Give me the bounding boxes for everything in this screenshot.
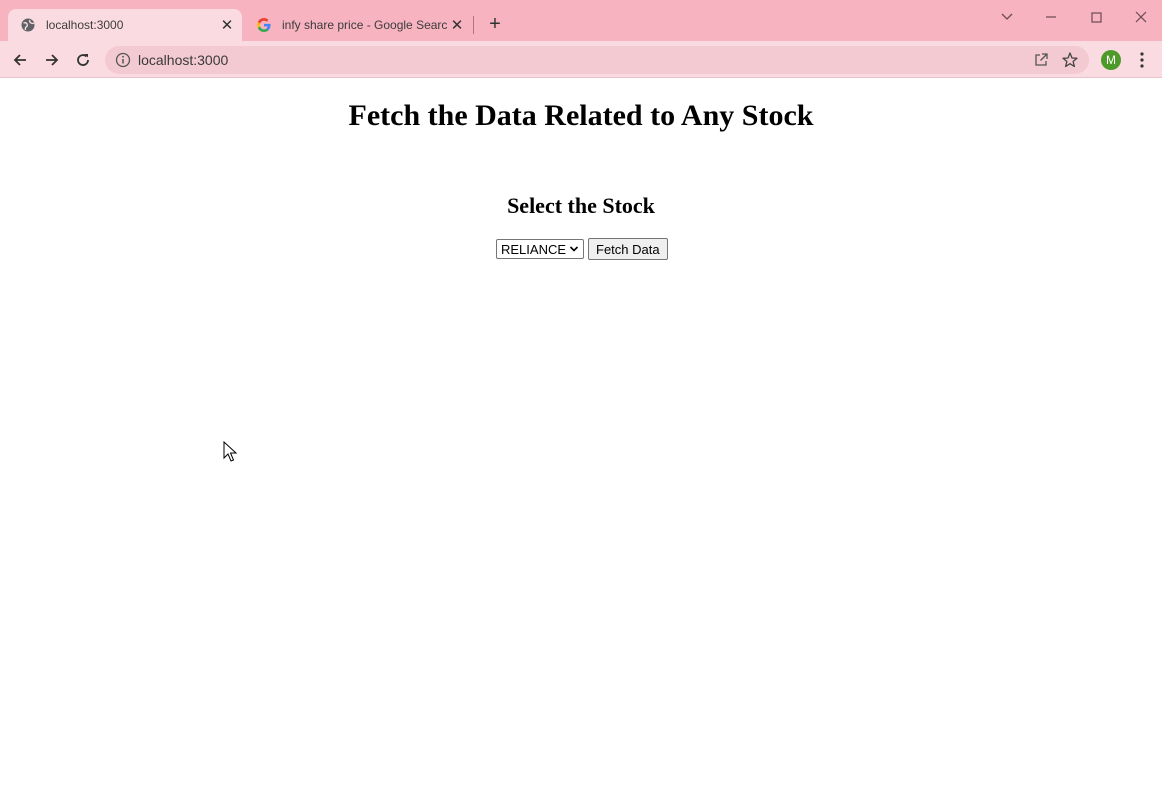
stock-form: RELIANCE Fetch Data — [496, 238, 668, 260]
reload-icon[interactable] — [72, 49, 94, 71]
tab-title: localhost:3000 — [46, 18, 124, 32]
new-tab-button[interactable]: + — [484, 14, 506, 36]
more-menu-icon[interactable] — [1134, 51, 1150, 69]
tab-separator — [473, 16, 474, 34]
mouse-cursor-icon — [223, 441, 237, 462]
window-close-icon[interactable] — [1126, 8, 1156, 26]
maximize-icon[interactable] — [1081, 8, 1111, 26]
page-content: Fetch the Data Related to Any Stock Sele… — [0, 78, 1162, 800]
profile-avatar[interactable]: M — [1101, 50, 1121, 70]
close-tab-icon[interactable]: ✕ — [448, 16, 466, 34]
fetch-data-button[interactable]: Fetch Data — [588, 238, 668, 260]
globe-icon — [21, 18, 35, 32]
stock-select-value: RELIANCE — [501, 241, 567, 257]
stock-select[interactable]: RELIANCE — [496, 239, 584, 259]
address-bar[interactable]: localhost:3000 — [105, 46, 1089, 74]
section-heading: Select the Stock — [507, 193, 655, 218]
tab-search-icon[interactable] — [992, 8, 1022, 26]
browser-toolbar: localhost:3000 M — [0, 41, 1162, 78]
site-info-icon[interactable] — [115, 52, 131, 68]
minimize-icon[interactable] — [1036, 8, 1066, 26]
url-text: localhost:3000 — [138, 52, 229, 68]
forward-arrow-icon[interactable] — [41, 49, 63, 71]
chevron-down-icon — [569, 246, 579, 252]
tab-localhost[interactable]: localhost:3000 ✕ — [8, 9, 242, 41]
browser-titlebar: localhost:3000 ✕ infy share price - Goog… — [0, 0, 1162, 41]
tab-title: infy share price - Google Search — [282, 18, 448, 32]
back-arrow-icon[interactable] — [9, 49, 31, 71]
page-title: Fetch the Data Related to Any Stock — [348, 99, 814, 132]
close-tab-icon[interactable]: ✕ — [218, 16, 236, 34]
bookmark-star-icon[interactable] — [1061, 51, 1079, 69]
google-icon — [257, 18, 271, 32]
tab-google-search[interactable]: infy share price - Google Search ✕ — [244, 9, 472, 41]
share-icon[interactable] — [1033, 52, 1049, 68]
